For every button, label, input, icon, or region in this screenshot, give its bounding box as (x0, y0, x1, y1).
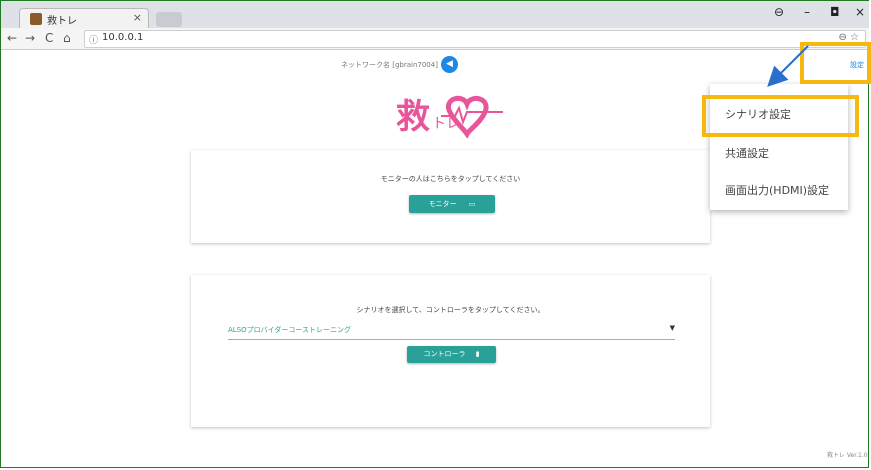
annotation-arrow-icon (767, 45, 809, 87)
